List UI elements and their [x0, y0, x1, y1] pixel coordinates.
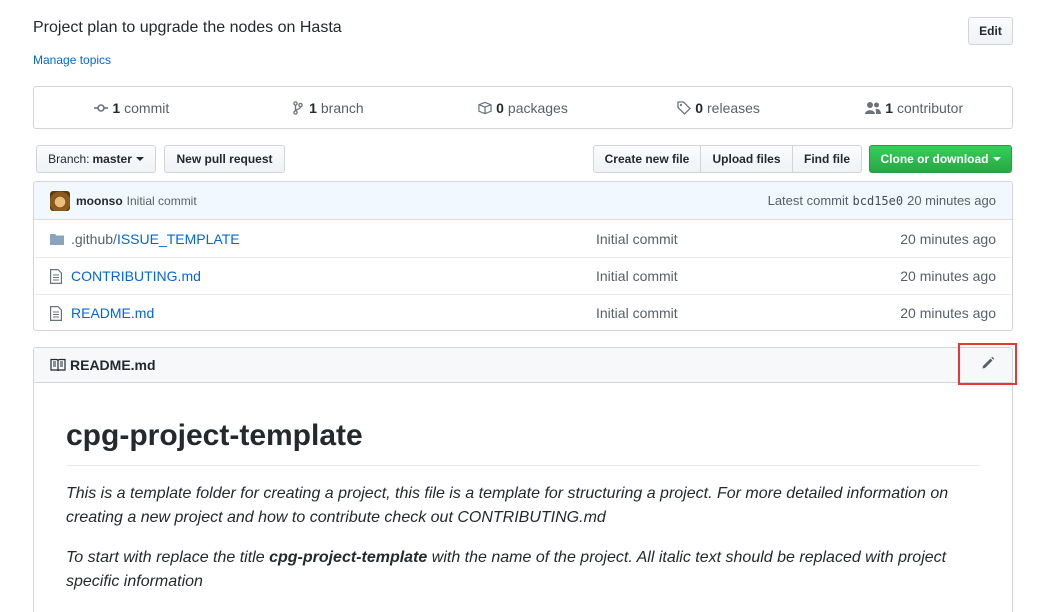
branch-select-button[interactable]: Branch: master: [36, 145, 156, 173]
manage-topics-link[interactable]: Manage topics: [33, 53, 111, 67]
tag-icon: [677, 100, 692, 115]
chevron-down-icon: [992, 157, 1001, 161]
file-row: CONTRIBUTING.md Initial commit 20 minutes …: [34, 257, 1012, 294]
commit-age: 20 minutes ago: [907, 193, 996, 208]
file-icon: [50, 305, 66, 321]
packages-label: packages: [507, 99, 568, 116]
file-commit-age: 20 minutes ago: [900, 305, 996, 321]
people-icon: [865, 101, 882, 115]
commits-label: commit: [124, 99, 170, 116]
readme-heading: cpg-project-template: [66, 419, 980, 466]
para2-start: To start with replace the title: [66, 549, 270, 566]
packages-count: 0: [496, 99, 504, 116]
file-commit-age: 20 minutes ago: [900, 230, 996, 247]
branch-icon: [291, 100, 305, 115]
repo-summary-bar: 1 commit 1 branch 0 packages 0 releases …: [33, 86, 1013, 129]
file-name-cell: README.md: [50, 305, 596, 321]
latest-commit-bar: moonso Initial commit Latest commit bcd1…: [34, 182, 1012, 220]
file-commit-message[interactable]: Initial commit: [596, 305, 900, 321]
edit-readme-button[interactable]: [958, 343, 1017, 385]
readme-panel: README.md cpg-project-template This is a…: [33, 347, 1013, 612]
latest-commit-label: Latest commit: [767, 193, 849, 208]
readme-filename: README.md: [70, 357, 156, 373]
branches-count-link[interactable]: 1 branch: [230, 87, 426, 128]
pencil-icon: [981, 356, 995, 373]
readme-content: cpg-project-template This is a template …: [34, 419, 1012, 594]
folder-icon: [50, 231, 66, 247]
file-icon: [50, 268, 66, 284]
file-name: ISSUE_TEMPLATE: [116, 230, 240, 247]
file-commit-age: 20 minutes ago: [900, 268, 996, 284]
readme-header: README.md: [34, 348, 1012, 383]
file-commit-message[interactable]: Initial commit: [596, 268, 900, 284]
file-path-prefix: .github/: [71, 230, 117, 247]
book-icon: [50, 358, 66, 372]
new-pull-request-button[interactable]: New pull request: [164, 145, 285, 173]
releases-label: releases: [707, 99, 760, 116]
contributors-count-link[interactable]: 1 contributor: [816, 87, 1012, 128]
packages-count-link[interactable]: 0 packages: [425, 87, 621, 128]
file-name-cell: CONTRIBUTING.md: [50, 268, 596, 284]
file-link[interactable]: .github/ISSUE_TEMPLATE: [71, 231, 240, 247]
commit-sha[interactable]: bcd15e0: [853, 194, 904, 208]
releases-count: 0: [695, 99, 704, 116]
branch-prefix: Branch:: [48, 152, 90, 166]
file-list: moonso Initial commit Latest commit bcd1…: [33, 181, 1013, 331]
file-commit-message[interactable]: Initial commit: [596, 231, 900, 247]
find-file-button[interactable]: Find file: [792, 145, 862, 173]
file-link[interactable]: CONTRIBUTING.md: [71, 268, 201, 284]
file-name: CONTRIBUTING.md: [71, 268, 201, 284]
branches-label: branch: [320, 99, 364, 116]
file-link[interactable]: README.md: [71, 305, 154, 321]
upload-files-button[interactable]: Upload files: [700, 145, 793, 173]
file-row: README.md Initial commit 20 minutes ago: [34, 294, 1012, 330]
edit-description-button[interactable]: Edit: [968, 17, 1013, 45]
commit-icon: [94, 101, 109, 115]
commits-count-link[interactable]: 1 commit: [34, 87, 230, 128]
readme-paragraph-1: This is a template folder for creating a…: [66, 485, 949, 526]
file-name: README.md: [71, 305, 155, 321]
branch-name: master: [92, 152, 132, 166]
package-icon: [478, 101, 492, 115]
releases-count-link[interactable]: 0 releases: [621, 87, 817, 128]
create-new-file-button[interactable]: Create new file: [593, 145, 701, 173]
para2-bold: cpg-project-template: [269, 549, 428, 566]
avatar[interactable]: [50, 190, 70, 211]
file-name-cell: .github/ISSUE_TEMPLATE: [50, 231, 596, 247]
commit-author[interactable]: moonso: [76, 194, 123, 208]
chevron-down-icon: [135, 157, 144, 161]
commits-count: 1: [112, 99, 121, 116]
clone-download-button[interactable]: Clone or download: [869, 145, 1012, 173]
readme-paragraph-2: To start with replace the title cpg-proj…: [66, 546, 980, 594]
commit-message[interactable]: Initial commit: [127, 194, 197, 208]
contributors-count: 1: [885, 99, 893, 116]
clone-label: Clone or download: [880, 152, 989, 166]
repo-description: Project plan to upgrade the nodes on Has…: [33, 19, 342, 36]
branches-count: 1: [309, 99, 317, 116]
file-row: .github/ISSUE_TEMPLATE Initial commit 20 m…: [34, 220, 1012, 257]
contributors-label: contributor: [896, 99, 964, 116]
